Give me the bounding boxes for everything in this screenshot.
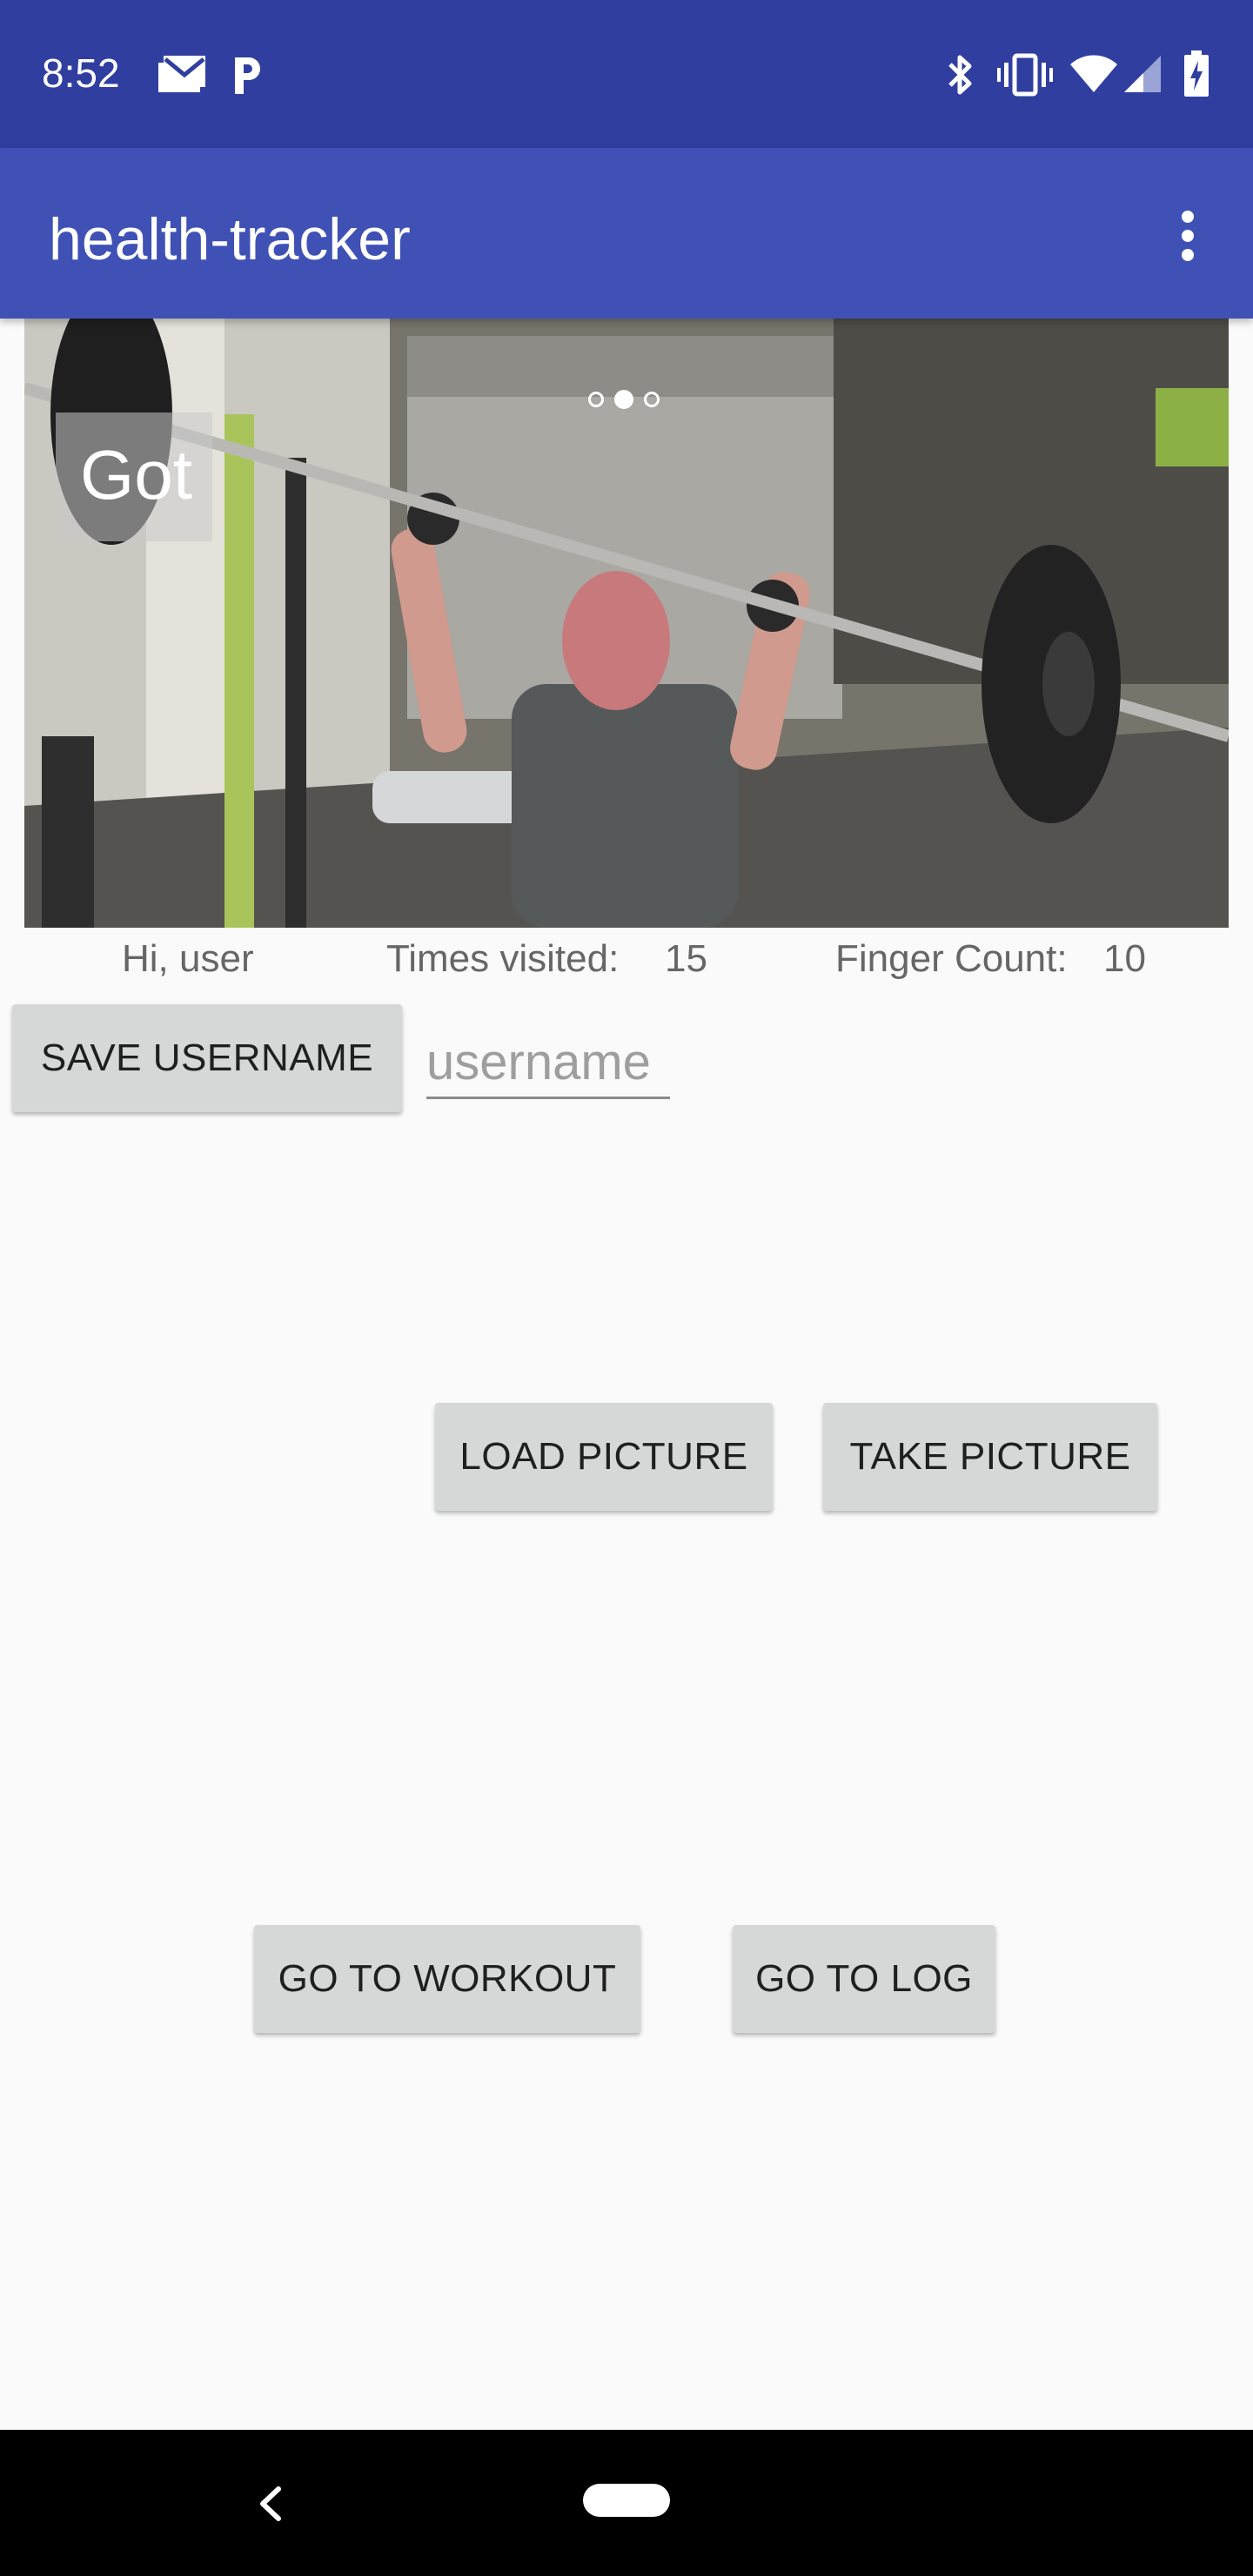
- times-visited-label: Times visited:: [386, 937, 620, 980]
- hero-image-carousel[interactable]: Got: [24, 319, 1229, 928]
- overflow-menu-icon[interactable]: [1157, 183, 1218, 287]
- image-caption: Got: [80, 436, 192, 513]
- battery-charging-icon: [1184, 50, 1209, 97]
- times-visited-value: 15: [665, 937, 707, 980]
- go-to-log-button[interactable]: GO TO LOG: [733, 1925, 995, 2033]
- status-bar: 8:52: [0, 0, 1253, 148]
- take-picture-button[interactable]: TAKE PICTURE: [823, 1403, 1157, 1511]
- carousel-dot[interactable]: [644, 392, 660, 407]
- go-to-workout-button[interactable]: GO TO WORKOUT: [254, 1925, 640, 2033]
- app-title: health-tracker: [49, 206, 411, 272]
- signal-icon: [1124, 56, 1161, 92]
- back-icon[interactable]: [252, 2482, 287, 2526]
- bluetooth-icon: [948, 55, 972, 95]
- carousel-dot[interactable]: [588, 392, 604, 407]
- greeting-text: Hi, user: [122, 937, 254, 980]
- load-picture-button[interactable]: LOAD PICTURE: [435, 1403, 773, 1511]
- username-input[interactable]: [426, 1027, 670, 1099]
- carousel-indicator: [588, 388, 675, 414]
- app-bar: health-tracker: [0, 148, 1253, 319]
- save-username-button[interactable]: SAVE USERNAME: [12, 1004, 402, 1112]
- gmail-icon: [158, 56, 205, 92]
- finger-count-label: Finger Count:: [835, 937, 1068, 980]
- wifi-icon: [1070, 55, 1117, 92]
- finger-count-value: 10: [1103, 937, 1146, 980]
- parking-icon: [235, 57, 260, 94]
- system-nav-bar: [0, 2430, 1253, 2576]
- status-time: 8:52: [42, 50, 120, 96]
- carousel-dot-active[interactable]: [614, 390, 633, 409]
- home-pill-button[interactable]: [583, 2484, 670, 2517]
- vibrate-icon: [997, 53, 1053, 97]
